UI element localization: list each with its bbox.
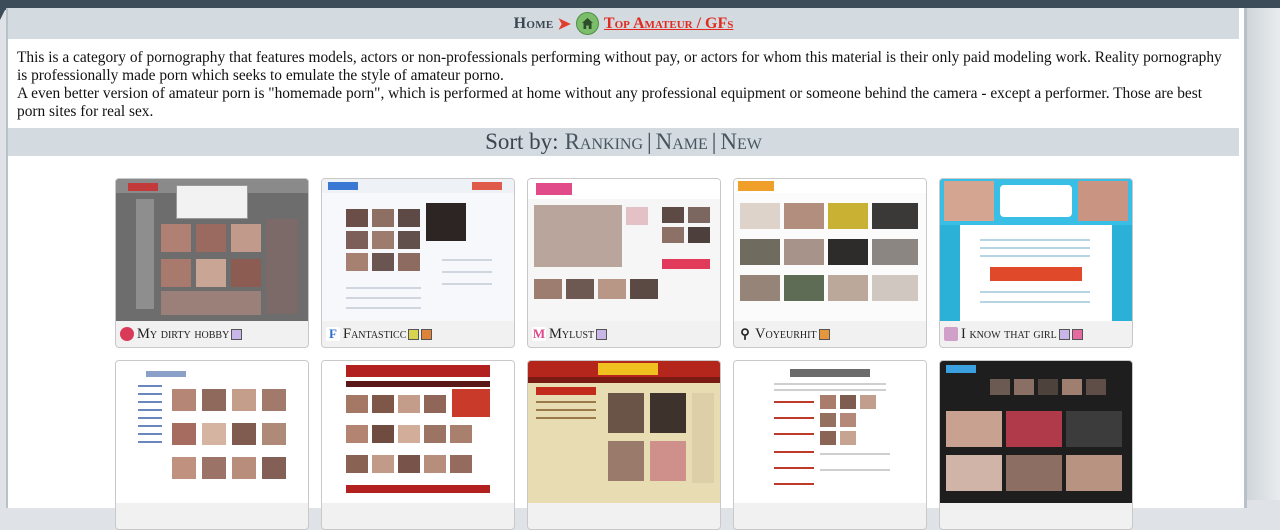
site-thumbnail[interactable]	[116, 361, 308, 503]
site-thumbnail[interactable]	[116, 179, 308, 321]
site-name: Voyeurhit	[755, 325, 817, 342]
site-caption[interactable]: ⚲ Voyeurhit	[734, 321, 926, 347]
site-card[interactable]	[939, 360, 1133, 530]
flag-icon	[421, 328, 433, 340]
site-name: Fantasticc	[343, 325, 407, 342]
site-caption[interactable]: F Fantasticc	[322, 321, 514, 347]
sort-label: Sort by:	[485, 129, 559, 154]
sort-separator: |	[711, 129, 717, 154]
breadcrumb: Home ➤ Top Amateur / GFs	[8, 8, 1239, 39]
sort-name-link[interactable]: Name	[656, 129, 708, 155]
site-card[interactable]: ⚲ Voyeurhit	[733, 178, 927, 348]
site-thumbnail[interactable]	[734, 361, 926, 503]
site-name: I know that girl	[961, 325, 1057, 342]
flag-icon	[408, 328, 420, 340]
site-card[interactable]	[321, 360, 515, 530]
site-caption[interactable]: My dirty hobby	[116, 321, 308, 347]
sort-new-link[interactable]: New	[720, 129, 762, 155]
site-card[interactable]: I know that girl	[939, 178, 1133, 348]
flag-icon	[231, 328, 243, 340]
flag-icon	[1058, 328, 1070, 340]
site-card[interactable]	[527, 360, 721, 530]
site-thumbnail[interactable]	[734, 179, 926, 321]
site-name: Mylust	[549, 325, 595, 342]
description-paragraph-2: A even better version of amateur porn is…	[17, 85, 1203, 120]
sort-ranking-link[interactable]: Ranking	[565, 129, 643, 155]
site-card[interactable]: My dirty hobby	[115, 178, 309, 348]
site-card[interactable]	[115, 360, 309, 530]
site-card[interactable]	[733, 360, 927, 530]
site-name: My dirty hobby	[137, 325, 230, 342]
fantasticc-logo-icon: F	[326, 327, 340, 341]
site-thumbnail[interactable]	[528, 179, 720, 321]
site-thumbnail[interactable]	[322, 361, 514, 503]
iknowthatgirl-logo-icon	[944, 327, 958, 341]
flag-icon	[1071, 328, 1083, 340]
site-caption[interactable]: I know that girl	[940, 321, 1132, 347]
home-icon	[575, 12, 599, 35]
breadcrumb-current-link[interactable]: Top Amateur / GFs	[604, 15, 733, 33]
mdh-logo-icon	[120, 327, 134, 341]
site-thumbnail[interactable]	[940, 361, 1132, 503]
site-card[interactable]: M Mylust	[527, 178, 721, 348]
category-description: This is a category of pornography that f…	[17, 49, 1229, 121]
sort-bar: Sort by: Ranking | Name | New	[8, 128, 1239, 156]
site-caption[interactable]: M Mylust	[528, 321, 720, 347]
site-thumbnail[interactable]	[528, 361, 720, 503]
breadcrumb-arrow-icon: ➤	[557, 15, 571, 33]
site-card[interactable]: F Fantasticc	[321, 178, 515, 348]
page-side-shadow	[1247, 8, 1280, 500]
keyhole-icon: ⚲	[740, 326, 750, 341]
site-thumbnail[interactable]	[940, 179, 1132, 321]
site-thumbnail[interactable]	[322, 179, 514, 321]
flag-icon	[596, 328, 608, 340]
breadcrumb-home-link[interactable]: Home	[514, 15, 554, 33]
mylust-logo-icon: M	[532, 326, 546, 341]
flag-icon	[818, 328, 830, 340]
description-paragraph-1: This is a category of pornography that f…	[17, 49, 1222, 84]
sort-separator: |	[647, 129, 652, 154]
